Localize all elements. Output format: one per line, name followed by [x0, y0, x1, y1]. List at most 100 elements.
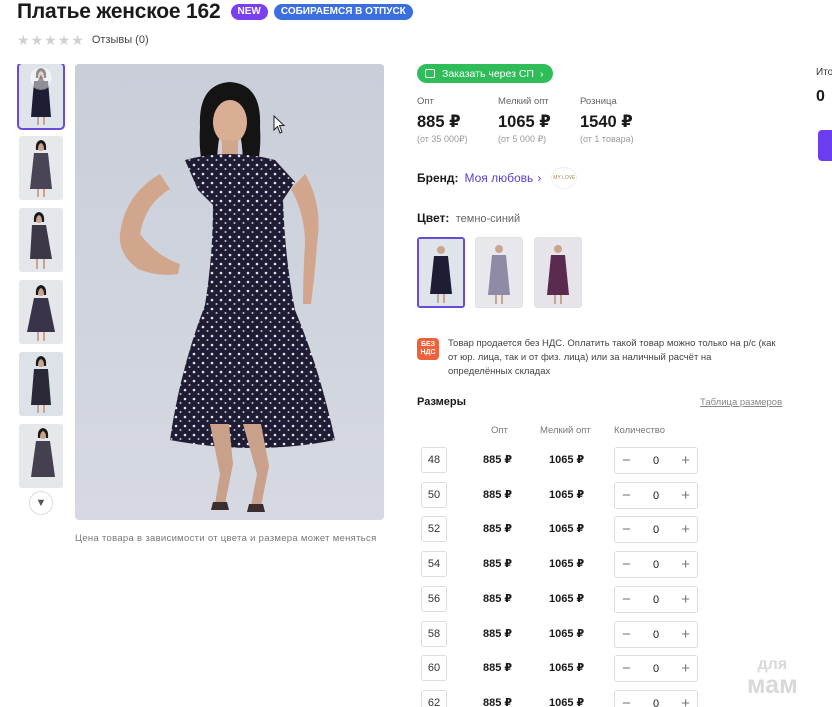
size-row: 54 885 ₽ 1065 ₽ − 0 +	[417, 551, 707, 579]
size-row: 48 885 ₽ 1065 ₽ − 0 +	[417, 447, 707, 475]
chevron-right-icon[interactable]: ›	[537, 171, 541, 185]
opt-price: 885 ₽	[483, 628, 513, 640]
plus-icon[interactable]: +	[681, 453, 690, 468]
color-swatch-navy[interactable]	[417, 237, 465, 308]
price-threshold: (от 1 товара)	[580, 134, 634, 144]
order-sp-button[interactable]: Заказать через СП ›	[417, 64, 554, 83]
sizes-title: Размеры	[417, 396, 467, 408]
small-opt-price: 1065 ₽	[549, 489, 585, 501]
minus-icon[interactable]: −	[622, 661, 631, 676]
quantity-value[interactable]: 0	[653, 594, 659, 606]
small-opt-price: 1065 ₽	[549, 523, 585, 535]
price-retail: Розница 1540 ₽ (от 1 товара)	[580, 96, 634, 144]
size-row: 50 885 ₽ 1065 ₽ − 0 +	[417, 482, 707, 510]
opt-price: 885 ₽	[483, 593, 513, 605]
thumbnail[interactable]	[19, 280, 63, 344]
quantity-stepper: − 0 +	[614, 655, 698, 682]
star-icon[interactable]: ★	[17, 33, 30, 47]
price-label: Опт	[417, 96, 434, 107]
thumbnail[interactable]	[19, 208, 63, 272]
minus-icon[interactable]: −	[622, 696, 631, 707]
color-value: темно-синий	[455, 213, 521, 225]
minus-icon[interactable]: −	[622, 453, 631, 468]
opt-price: 885 ₽	[483, 489, 513, 501]
price-label: Розница	[580, 96, 617, 107]
order-sp-label: Заказать через СП	[442, 67, 534, 80]
quantity-stepper: − 0 +	[614, 586, 698, 613]
quantity-value[interactable]: 0	[653, 663, 659, 675]
price-value: 1540 ₽	[580, 113, 633, 131]
product-title: Платье женское 162	[17, 0, 221, 23]
star-icon[interactable]: ★	[71, 33, 84, 47]
column-header-opt: Опт	[491, 425, 508, 436]
size-row: 62 885 ₽ 1065 ₽ − 0 +	[417, 690, 707, 707]
thumbnail[interactable]	[19, 424, 63, 488]
column-header-small-opt: Мелкий опт	[540, 425, 591, 436]
size-label: 62	[421, 690, 447, 707]
mouse-cursor-icon	[273, 115, 286, 134]
size-label: 56	[421, 586, 447, 612]
color-label: Цвет:	[417, 211, 450, 225]
plus-icon[interactable]: +	[681, 557, 690, 572]
minus-icon[interactable]: −	[622, 592, 631, 607]
quantity-value[interactable]: 0	[653, 524, 659, 536]
main-product-photo[interactable]	[75, 64, 384, 520]
vat-notice: Товар продается без НДС. Оплатить такой …	[448, 338, 776, 377]
size-label: 50	[421, 482, 447, 508]
price-opt: Опт 885 ₽ (от 35 000₽)	[417, 96, 468, 145]
opt-price: 885 ₽	[483, 662, 513, 674]
plus-icon[interactable]: +	[681, 627, 690, 642]
add-to-cart-button[interactable]	[818, 130, 832, 161]
color-swatch-light[interactable]	[475, 237, 523, 308]
plus-icon[interactable]: +	[681, 661, 690, 676]
opt-price: 885 ₽	[483, 558, 513, 570]
badge-new[interactable]: NEW	[230, 4, 268, 20]
plus-icon[interactable]: +	[681, 696, 690, 707]
quantity-value[interactable]: 0	[653, 455, 659, 467]
small-opt-price: 1065 ₽	[549, 697, 585, 707]
quantity-value[interactable]: 0	[653, 698, 659, 707]
minus-icon[interactable]: −	[622, 557, 631, 572]
thumbs-up-arrow-icon[interactable]: ▲	[29, 66, 53, 90]
thumbs-down-arrow-icon[interactable]: ▼	[29, 491, 53, 515]
rating: ★ ★ ★ ★ ★ Отзывы (0)	[17, 33, 149, 47]
badge-vacation[interactable]: СОБИРАЕМСЯ В ОТПУСК	[273, 4, 413, 20]
thumbnail[interactable]	[19, 352, 63, 416]
quantity-stepper: − 0 +	[614, 516, 698, 543]
minus-icon[interactable]: −	[622, 522, 631, 537]
brand-link[interactable]: Моя любовь	[465, 171, 534, 185]
watermark-logo: для мам	[747, 655, 798, 698]
star-icon[interactable]: ★	[58, 33, 71, 47]
small-opt-price: 1065 ₽	[549, 662, 585, 674]
size-label: 48	[421, 447, 447, 473]
quantity-value[interactable]: 0	[653, 559, 659, 571]
reviews-link[interactable]: Отзывы (0)	[92, 34, 149, 46]
quantity-value[interactable]: 0	[653, 490, 659, 502]
price-note: Цена товара в зависимости от цвета и раз…	[75, 533, 377, 544]
minus-icon[interactable]: −	[622, 488, 631, 503]
star-icon[interactable]: ★	[44, 33, 57, 47]
size-table-link[interactable]: Таблица размеров	[700, 397, 782, 408]
thumbnail[interactable]	[19, 136, 63, 200]
brand-label: Бренд:	[417, 171, 459, 185]
total-label: Ито	[816, 67, 832, 78]
price-threshold: (от 5 000 ₽)	[498, 134, 547, 144]
size-label: 52	[421, 516, 447, 542]
brand-logo[interactable]: MY LOVE	[551, 167, 578, 189]
small-opt-price: 1065 ₽	[549, 593, 585, 605]
size-label: 54	[421, 551, 447, 577]
minus-icon[interactable]: −	[622, 627, 631, 642]
price-threshold: (от 35 000₽)	[417, 134, 468, 144]
opt-price: 885 ₽	[483, 697, 513, 707]
opt-price: 885 ₽	[483, 454, 513, 466]
plus-icon[interactable]: +	[681, 592, 690, 607]
quantity-value[interactable]: 0	[653, 629, 659, 641]
star-icon[interactable]: ★	[31, 33, 44, 47]
plus-icon[interactable]: +	[681, 522, 690, 537]
plus-icon[interactable]: +	[681, 488, 690, 503]
price-small-opt: Мелкий опт 1065 ₽ (от 5 000 ₽)	[498, 96, 551, 145]
color-swatch-berry[interactable]	[534, 237, 582, 308]
size-row: 52 885 ₽ 1065 ₽ − 0 +	[417, 516, 707, 544]
price-label: Мелкий опт	[498, 96, 549, 107]
brand-row: Бренд: Моя любовь › MY LOVE	[417, 167, 578, 189]
